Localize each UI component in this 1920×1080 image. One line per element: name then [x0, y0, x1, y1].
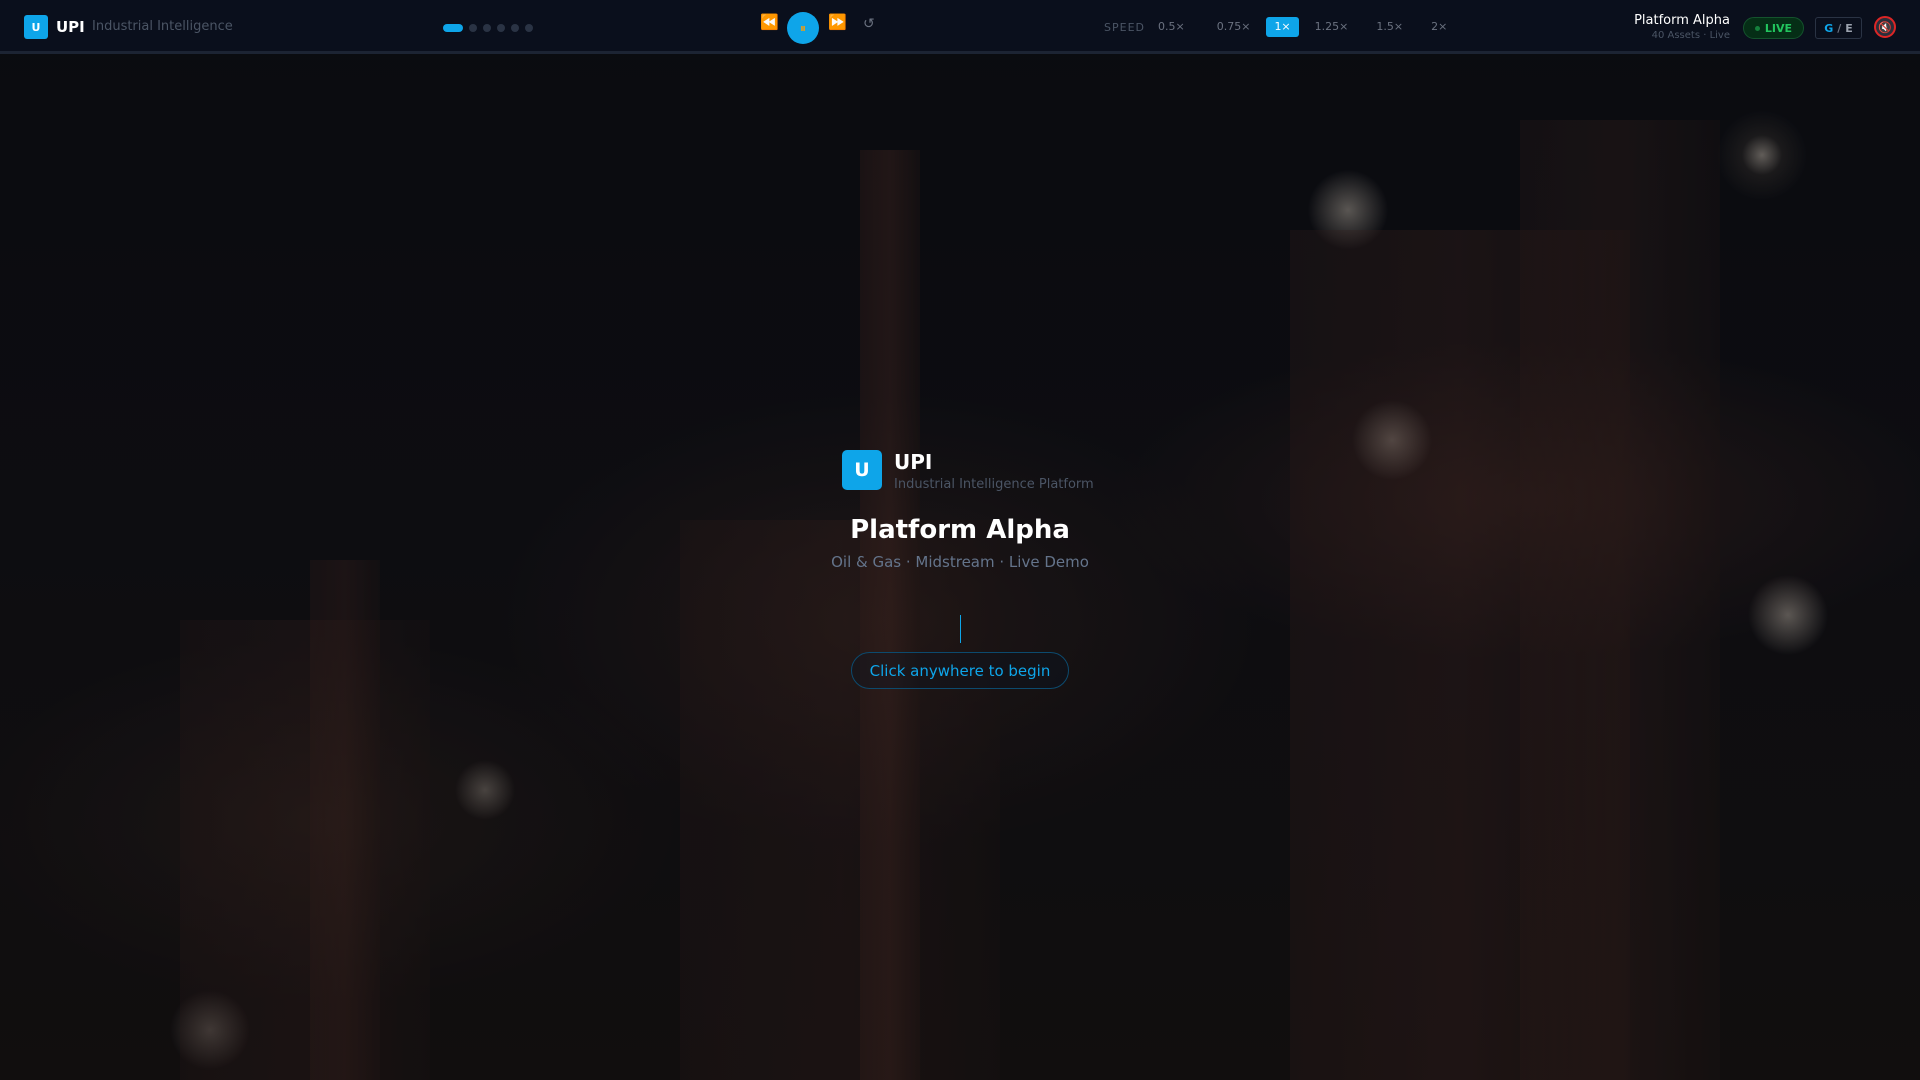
splash-tagline: Oil & Gas · Midstream · Live Demo: [831, 553, 1089, 571]
lang-separator: /: [1837, 21, 1842, 35]
language-toggle[interactable]: G / E: [1815, 17, 1862, 39]
platform-name: Platform Alpha: [1634, 13, 1730, 28]
step-dot[interactable]: [525, 24, 533, 32]
lang-g[interactable]: G: [1824, 22, 1833, 35]
live-label: LIVE: [1764, 21, 1793, 35]
speed-option[interactable]: 0.5×: [1150, 17, 1193, 37]
splash-brand: UPI: [894, 450, 933, 474]
step-dot[interactable]: [511, 24, 519, 32]
live-badge: LIVE: [1743, 17, 1804, 39]
speed-option[interactable]: 0.75×: [1209, 17, 1259, 37]
restart-button[interactable]: ↺: [863, 16, 875, 32]
platform-info: Platform Alpha 40 Assets · Live: [1634, 13, 1730, 41]
platform-meta: 40 Assets · Live: [1651, 30, 1730, 41]
step-dot[interactable]: [443, 24, 463, 32]
speed-option-selected[interactable]: 1×: [1266, 17, 1299, 37]
step-dot[interactable]: [483, 24, 491, 32]
logo-icon: U: [24, 15, 48, 39]
rewind-button[interactable]: ⏪: [760, 13, 779, 31]
brand-name: UPI: [56, 18, 85, 36]
speed-selector: 0.5× 0.75× 1× 1.25× 1.5× 2×: [1150, 17, 1455, 37]
lang-e[interactable]: E: [1845, 22, 1853, 35]
speed-option[interactable]: 2×: [1423, 17, 1455, 37]
top-bar: U UPI Industrial Intelligence ⏪ ⏸ ⏩ ↺ SP…: [0, 0, 1920, 54]
live-dot-icon: [1754, 25, 1760, 31]
fast-forward-button[interactable]: ⏩: [828, 13, 847, 31]
speed-option[interactable]: 1.5×: [1368, 17, 1411, 37]
divider-line: [960, 615, 961, 643]
pause-button[interactable]: ⏸: [787, 12, 819, 44]
splash-logo-icon: U: [842, 450, 882, 490]
splash-brand-subtitle: Industrial Intelligence Platform: [894, 477, 1094, 492]
speed-option[interactable]: 1.25×: [1307, 17, 1357, 37]
begin-button[interactable]: Click anywhere to begin: [851, 652, 1069, 689]
mute-icon[interactable]: 🔇: [1874, 16, 1896, 38]
speed-label: SPEED: [1104, 21, 1145, 34]
splash-title: Platform Alpha: [850, 515, 1070, 545]
step-dot[interactable]: [497, 24, 505, 32]
step-dot[interactable]: [469, 24, 477, 32]
brand-subtitle: Industrial Intelligence: [92, 19, 233, 34]
step-indicator: [443, 24, 533, 32]
